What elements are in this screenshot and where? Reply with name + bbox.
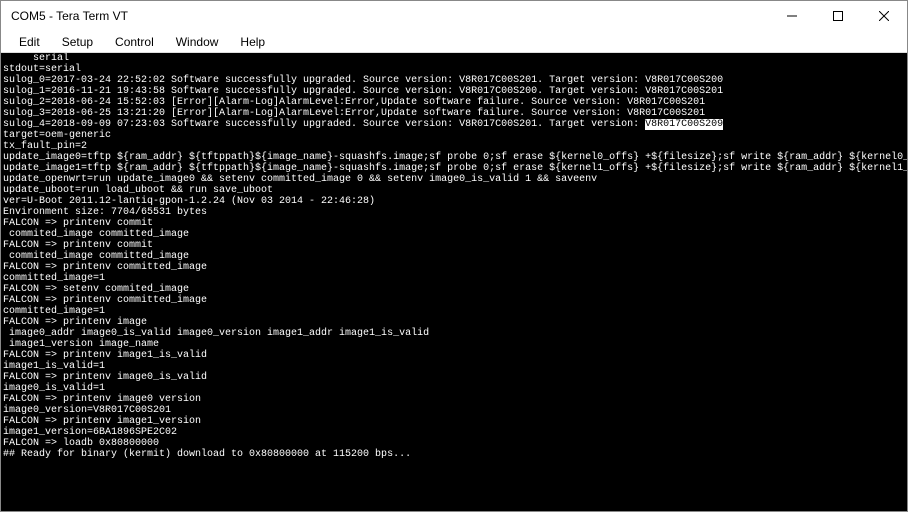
terminal-output[interactable]: serialstdout=serialsulog_0=2017-03-24 22… [1,53,907,511]
terminal-line: update_image0=tftp ${ram_addr} ${tftppat… [3,152,905,163]
close-button[interactable] [861,1,907,31]
terminal-line: FALCON => setenv commited_image [3,284,905,295]
window-title: COM5 - Tera Term VT [11,9,769,23]
close-icon [879,11,889,21]
menu-help[interactable]: Help [230,33,275,51]
terminal-line: sulog_3=2018-06-25 13:21:20 [Error][Alar… [3,108,905,119]
terminal-line: committed_image=1 [3,273,905,284]
terminal-line: image0_is_valid=1 [3,383,905,394]
terminal-line: sulog_0=2017-03-24 22:52:02 Software suc… [3,75,905,86]
terminal-line: FALCON => printenv commit [3,240,905,251]
terminal-line: FALCON => printenv image1_version [3,416,905,427]
minimize-icon [787,11,797,21]
terminal-line: FALCON => printenv committed_image [3,262,905,273]
terminal-line: update_openwrt=run update_image0 && sete… [3,174,905,185]
terminal-line: ## Ready for binary (kermit) download to… [3,449,905,460]
titlebar: COM5 - Tera Term VT [1,1,907,31]
menubar: Edit Setup Control Window Help [1,31,907,53]
terminal-line: image1_is_valid=1 [3,361,905,372]
terminal-line: stdout=serial [3,64,905,75]
terminal-line: FALCON => loadb 0x80800000 [3,438,905,449]
menu-edit[interactable]: Edit [9,33,50,51]
terminal-line: tx_fault_pin=2 [3,141,905,152]
terminal-line: target=oem-generic [3,130,905,141]
menu-window[interactable]: Window [166,33,229,51]
terminal-line: serial [3,53,905,64]
menu-control[interactable]: Control [105,33,164,51]
terminal-line: FALCON => printenv image0_is_valid [3,372,905,383]
terminal-line: FALCON => printenv image [3,317,905,328]
terminal-highlight: V8R017C00S209 [645,119,723,130]
terminal-line: image1_version image_name [3,339,905,350]
terminal-line: image1_version=6BA1896SPE2C02 [3,427,905,438]
terminal-line: commited_image committed_image [3,251,905,262]
terminal-line: Environment size: 7704/65531 bytes [3,207,905,218]
terminal-line: sulog_4=2018-09-09 07:23:03 Software suc… [3,119,905,130]
terminal-line: FALCON => printenv commit [3,218,905,229]
terminal-line: FALCON => printenv committed_image [3,295,905,306]
menu-setup[interactable]: Setup [52,33,103,51]
terminal-line: image0_version=V8R017C00S201 [3,405,905,416]
maximize-button[interactable] [815,1,861,31]
terminal-line: sulog_1=2016-11-21 19:43:58 Software suc… [3,86,905,97]
terminal-line: FALCON => printenv image1_is_valid [3,350,905,361]
window-controls [769,1,907,31]
terminal-line: sulog_2=2018-06-24 15:52:03 [Error][Alar… [3,97,905,108]
maximize-icon [833,11,843,21]
app-window: COM5 - Tera Term VT Edit Setup Control W… [0,0,908,512]
terminal-line: image0_addr image0_is_valid image0_versi… [3,328,905,339]
terminal-line: committed_image=1 [3,306,905,317]
terminal-line: commited_image committed_image [3,229,905,240]
terminal-line: FALCON => printenv image0 version [3,394,905,405]
terminal-line: update_image1=tftp ${ram_addr} ${tftppat… [3,163,905,174]
terminal-line: ver=U-Boot 2011.12-lantiq-gpon-1.2.24 (N… [3,196,905,207]
minimize-button[interactable] [769,1,815,31]
terminal-line: update_uboot=run load_uboot && run save_… [3,185,905,196]
